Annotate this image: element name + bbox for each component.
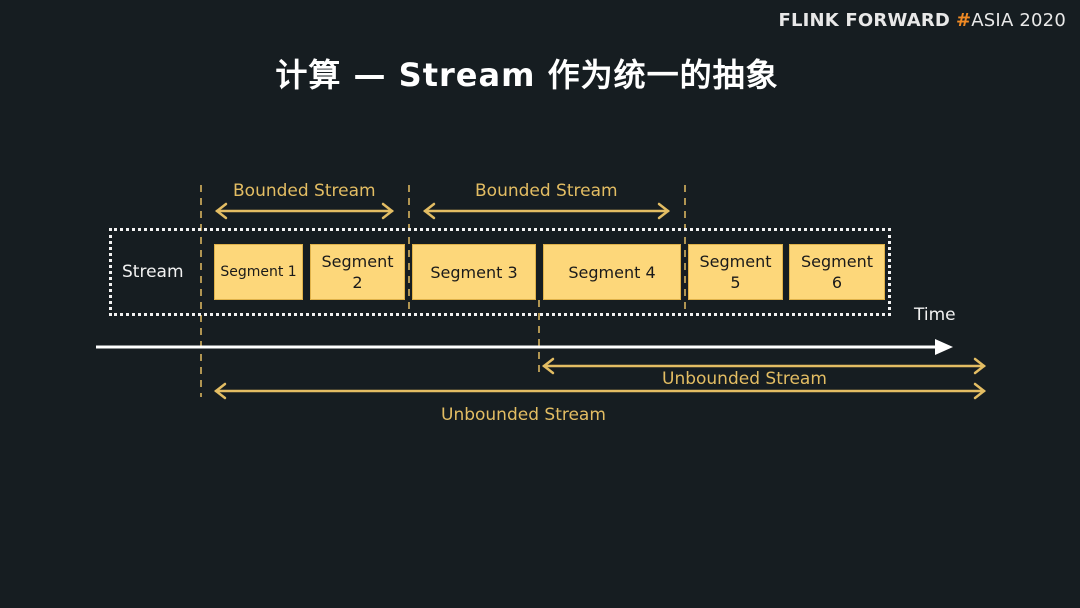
segment-4: Segment 4: [543, 244, 681, 300]
segment-2-number: 2: [352, 273, 363, 292]
segment-2: Segment 2: [310, 244, 405, 300]
bounded-stream-label-2: Bounded Stream: [475, 181, 618, 201]
segment-2-label: Segment: [321, 252, 394, 271]
segment-4-label: Segment 4: [568, 262, 656, 282]
segment-5: Segment 5: [688, 244, 783, 300]
unbounded-stream-label-2: Unbounded Stream: [441, 405, 606, 425]
segment-6-label: Segment: [801, 252, 873, 271]
segment-5-number: 5: [730, 273, 741, 292]
unbounded-arrow-2: [213, 382, 987, 400]
stream-label: Stream: [122, 262, 184, 282]
bounded-arrow-2: [422, 202, 671, 220]
segment-3-label: Segment 3: [430, 262, 518, 282]
segment-3: Segment 3: [412, 244, 536, 300]
segment-6-number: 6: [831, 273, 843, 292]
bounded-arrow-1: [214, 202, 395, 220]
time-axis-arrow: [96, 339, 953, 355]
unbounded-stream-label-1: Unbounded Stream: [662, 369, 827, 389]
time-label: Time: [914, 305, 956, 325]
segment-6: Segment 6: [789, 244, 885, 300]
segment-5-label: Segment: [699, 252, 772, 271]
segment-1: Segment 1: [214, 244, 303, 300]
segment-1-label: Segment 1: [220, 263, 297, 280]
bounded-stream-label-1: Bounded Stream: [233, 181, 376, 201]
